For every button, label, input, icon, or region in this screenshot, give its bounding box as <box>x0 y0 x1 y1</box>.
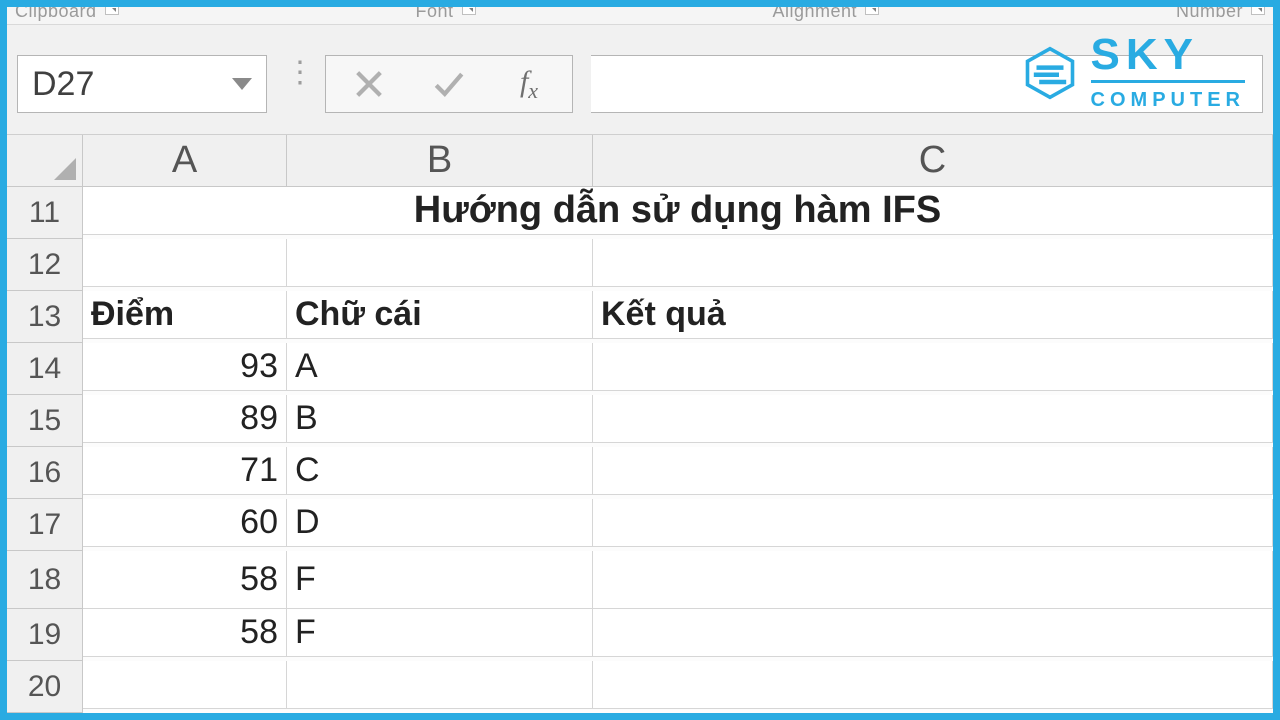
sky-logo-icon <box>1023 46 1077 100</box>
cell[interactable]: 89 <box>83 395 287 443</box>
cell[interactable] <box>593 499 1273 547</box>
close-icon <box>352 67 386 101</box>
cell[interactable]: 58 <box>83 551 287 609</box>
col-header-B[interactable]: B <box>287 135 593 187</box>
ribbon-groups-row: Clipboard Font Alignment Number <box>7 7 1273 25</box>
row-header[interactable]: 15 <box>7 395 83 447</box>
cell[interactable]: C <box>287 447 593 495</box>
formula-bar-controls: fx <box>325 55 573 113</box>
app-window: Clipboard Font Alignment Number D27 ⋮ fx <box>7 7 1273 713</box>
cell[interactable]: F <box>287 551 593 609</box>
cell[interactable]: 71 <box>83 447 287 495</box>
cell[interactable]: B <box>287 395 593 443</box>
name-box[interactable]: D27 <box>17 55 267 113</box>
dialog-launcher-icon[interactable] <box>105 7 119 15</box>
row-header[interactable]: 20 <box>7 661 83 713</box>
row-header[interactable]: 17 <box>7 499 83 551</box>
cell[interactable]: F <box>287 609 593 657</box>
ribbon-group-number: Number <box>1176 7 1243 16</box>
cell[interactable] <box>287 661 593 709</box>
cell[interactable] <box>593 661 1273 709</box>
watermark-logo: SKY COMPUTER <box>1023 33 1245 112</box>
cell-title-merged[interactable]: Hướng dẫn sử dụng hàm IFS <box>83 187 1273 235</box>
spreadsheet-grid[interactable]: A B C 11 Hướng dẫn sử dụng hàm IFS 12 13… <box>7 135 1273 713</box>
row-header[interactable]: 16 <box>7 447 83 499</box>
cancel-button[interactable] <box>332 57 406 111</box>
row-header[interactable]: 18 <box>7 551 83 609</box>
col-header-A[interactable]: A <box>83 135 287 187</box>
cell[interactable] <box>593 395 1273 443</box>
cell-header-chucai[interactable]: Chữ cái <box>287 291 593 339</box>
cell[interactable] <box>593 447 1273 495</box>
chevron-down-icon[interactable] <box>232 78 252 90</box>
cell[interactable]: D <box>287 499 593 547</box>
dialog-launcher-icon[interactable] <box>1251 7 1265 15</box>
enter-button[interactable] <box>412 57 486 111</box>
row-header[interactable]: 11 <box>7 187 83 239</box>
col-header-C[interactable]: C <box>593 135 1273 187</box>
insert-function-button[interactable]: fx <box>492 65 566 104</box>
row-header[interactable]: 19 <box>7 609 83 661</box>
name-box-value: D27 <box>32 65 94 104</box>
ribbon-group-alignment: Alignment <box>772 7 857 16</box>
cell-header-diem[interactable]: Điểm <box>83 291 287 339</box>
cell[interactable] <box>83 239 287 287</box>
select-all-triangle[interactable] <box>7 135 83 187</box>
ribbon-group-font: Font <box>416 7 454 16</box>
row-header[interactable]: 12 <box>7 239 83 291</box>
cell[interactable] <box>593 551 1273 609</box>
cell[interactable] <box>593 239 1273 287</box>
cell[interactable] <box>593 609 1273 657</box>
row-header[interactable]: 13 <box>7 291 83 343</box>
cell[interactable] <box>287 239 593 287</box>
check-icon <box>432 67 466 101</box>
cell[interactable]: 58 <box>83 609 287 657</box>
cell[interactable]: 93 <box>83 343 287 391</box>
cell[interactable]: A <box>287 343 593 391</box>
row-header[interactable]: 14 <box>7 343 83 395</box>
logo-text-2: COMPUTER <box>1091 89 1245 112</box>
cell[interactable] <box>83 661 287 709</box>
logo-text-1: SKY <box>1091 33 1245 77</box>
fx-icon: fx <box>520 65 538 98</box>
ribbon-group-clipboard: Clipboard <box>15 7 97 16</box>
cell[interactable] <box>593 343 1273 391</box>
dialog-launcher-icon[interactable] <box>462 7 476 15</box>
cell-header-ketqua[interactable]: Kết quả <box>593 291 1273 339</box>
cell[interactable]: 60 <box>83 499 287 547</box>
dialog-launcher-icon[interactable] <box>865 7 879 15</box>
vertical-dots-icon[interactable]: ⋮ <box>285 55 307 114</box>
